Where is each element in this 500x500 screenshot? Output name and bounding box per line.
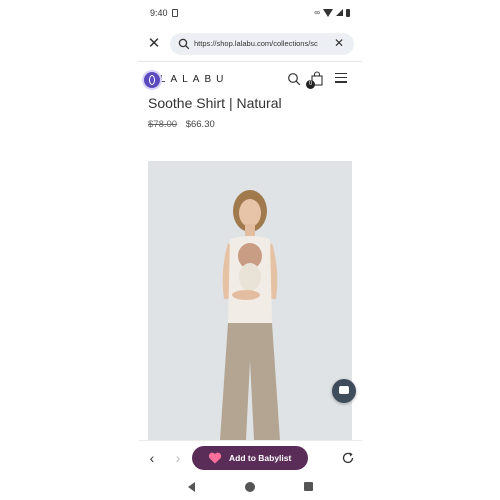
system-nav-bar (138, 474, 362, 500)
address-field[interactable]: https://shop.lalabu.com/collections/sc ✕ (170, 33, 354, 55)
url-text[interactable]: https://shop.lalabu.com/collections/sc (194, 39, 332, 48)
search-icon (178, 38, 190, 50)
status-bar: 9:40 ∞ (138, 0, 362, 28)
reload-icon[interactable] (341, 451, 355, 465)
original-price: $78.00 (148, 119, 178, 130)
system-home-icon[interactable] (245, 482, 255, 492)
clear-icon[interactable]: ✕ (332, 36, 346, 50)
product-title: Soothe Shirt | Natural (148, 95, 282, 111)
signal-icon (336, 9, 343, 16)
product-image[interactable] (148, 161, 352, 440)
browser-window: 9:40 ∞ ✕ https://shop.lalabu.com/collect… (138, 0, 362, 500)
url-bar: ✕ https://shop.lalabu.com/collections/sc… (138, 32, 362, 58)
notification-icon (172, 9, 178, 17)
close-icon[interactable]: ✕ (146, 36, 162, 52)
bottom-toolbar: ‹ › Add to Babylist (138, 440, 362, 475)
back-icon[interactable]: ‹ (146, 451, 158, 465)
accessibility-icon[interactable] (144, 72, 160, 88)
add-to-babylist-button[interactable]: Add to Babylist (192, 446, 308, 470)
cart-count-badge: 0 (306, 80, 315, 89)
menu-icon[interactable] (335, 73, 347, 83)
battery-icon (346, 8, 350, 17)
link-icon: ∞ (314, 8, 320, 17)
status-time: 9:40 (150, 8, 168, 18)
sale-price: $66.30 (185, 119, 215, 130)
heart-icon (208, 452, 222, 464)
site-header: LALABU 0 (138, 66, 362, 94)
status-icons: ∞ (314, 8, 350, 17)
add-to-babylist-label: Add to Babylist (229, 453, 292, 463)
forward-icon[interactable]: › (172, 451, 184, 465)
wifi-icon (323, 8, 333, 17)
price-block: $78.00 $66.30 (148, 119, 215, 130)
product-photo-illustration (148, 161, 352, 440)
divider (138, 61, 362, 62)
system-back-icon[interactable] (188, 482, 195, 492)
site-logo[interactable]: LALABU (160, 74, 228, 85)
chat-icon[interactable] (332, 379, 356, 403)
search-icon[interactable] (287, 72, 301, 86)
system-recents-icon[interactable] (304, 482, 313, 491)
